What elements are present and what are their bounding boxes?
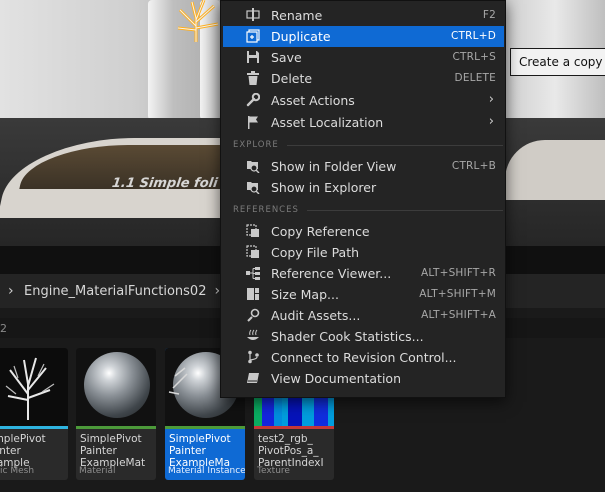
chevron-right-icon[interactable]: ›	[8, 283, 24, 299]
asset-type: Material	[79, 466, 116, 476]
section-title: REFERENCES	[233, 205, 299, 215]
asset-context-menu: Rename F2 Duplicate CTRL+D Save CTRL+S D…	[220, 0, 506, 398]
asset-type: atic Mesh	[0, 466, 35, 476]
menu-item-audit-assets[interactable]: Audit Assets... ALT+SHIFT+A	[223, 305, 504, 326]
menu-item-shortcut: CTRL+S	[452, 51, 496, 63]
asset-type-bar	[165, 426, 245, 429]
copy-icon	[245, 224, 261, 239]
material-sphere-icon	[84, 352, 150, 418]
menu-item-delete[interactable]: Delete DELETE	[223, 68, 504, 89]
menu-item-shortcut: ALT+SHIFT+A	[421, 309, 496, 321]
menu-item-copy-reference[interactable]: Copy Reference	[223, 221, 504, 242]
book-icon	[245, 371, 261, 386]
menu-item-view-documentation[interactable]: View Documentation	[223, 368, 504, 389]
selected-tree-object[interactable]	[170, 0, 222, 42]
section-title: EXPLORE	[233, 140, 279, 150]
revision-control-icon	[245, 350, 261, 365]
duplicate-tooltip: Create a copy of	[510, 48, 605, 76]
tree-thumbnail-icon	[5, 357, 55, 420]
trash-icon	[245, 71, 261, 86]
menu-item-asset-localization[interactable]: Asset Localization ›	[223, 112, 504, 133]
asset-thumbnail	[76, 348, 156, 426]
menu-item-label: Show in Explorer	[271, 180, 377, 195]
menu-item-label: Asset Actions	[271, 93, 355, 108]
shader-icon	[245, 329, 261, 344]
menu-item-label: Show in Folder View	[271, 159, 397, 174]
asset-name: SimplePivot Painter ExampleMat	[80, 433, 146, 469]
menu-item-shortcut: CTRL+B	[451, 160, 496, 172]
asset-thumbnail	[0, 348, 68, 426]
graph-icon	[245, 266, 261, 281]
menu-item-label: Copy File Path	[271, 245, 360, 260]
breadcrumb-item[interactable]: Engine_MaterialFunctions02	[24, 284, 206, 299]
menu-item-shortcut: ALT+SHIFT+R	[420, 267, 496, 279]
size-map-icon	[245, 287, 261, 302]
flag-icon	[245, 115, 261, 130]
folder-search-icon	[245, 180, 261, 195]
menu-item-size-map[interactable]: Size Map... ALT+SHIFT+M	[223, 284, 504, 305]
section-header-references: REFERENCES	[233, 203, 503, 217]
menu-item-label: Shader Cook Statistics...	[271, 329, 424, 344]
menu-item-label: Audit Assets...	[271, 308, 361, 323]
menu-item-label: Connect to Revision Control...	[271, 350, 457, 365]
menu-item-shortcut: ALT+SHIFT+M	[419, 288, 496, 300]
asset-type-bar	[0, 426, 68, 429]
menu-item-copy-file-path[interactable]: Copy File Path	[223, 242, 504, 263]
menu-item-asset-actions[interactable]: Asset Actions ›	[223, 90, 504, 111]
menu-item-shortcut: F2	[482, 9, 496, 21]
menu-item-show-in-folder-view[interactable]: Show in Folder View CTRL+B	[223, 156, 504, 177]
asset-type: Texture	[257, 466, 290, 476]
asset-name: SimplePivot Painter Example	[0, 433, 46, 469]
save-icon	[245, 50, 261, 65]
menu-item-shader-cook-statistics[interactable]: Shader Cook Statistics...	[223, 326, 504, 347]
menu-item-label: Delete	[271, 71, 313, 86]
menu-item-label: Reference Viewer...	[271, 266, 392, 281]
rename-icon	[245, 8, 261, 23]
asset-tile[interactable]: SimplePivot Painter Example atic Mesh	[0, 348, 68, 480]
asset-name: test2_rgb_ PivotPos_a_ ParentIndexI	[258, 433, 324, 469]
menu-item-connect-to-revision-control[interactable]: Connect to Revision Control...	[223, 347, 504, 368]
scene-label: 1.1 Simple foli	[110, 176, 219, 191]
asset-name: SimplePivot Painter ExampleMa	[169, 433, 231, 469]
menu-item-duplicate[interactable]: Duplicate CTRL+D	[223, 26, 504, 47]
menu-item-rename[interactable]: Rename F2	[223, 5, 504, 26]
menu-item-shortcut: CTRL+D	[451, 30, 496, 42]
menu-item-label: Duplicate	[271, 29, 331, 44]
menu-item-label: Asset Localization	[271, 115, 384, 130]
asset-tile[interactable]: SimplePivot Painter ExampleMat Material	[76, 348, 156, 480]
menu-item-show-in-explorer[interactable]: Show in Explorer	[223, 177, 504, 198]
menu-item-save[interactable]: Save CTRL+S	[223, 47, 504, 68]
menu-item-shortcut: DELETE	[454, 72, 496, 84]
menu-item-reference-viewer[interactable]: Reference Viewer... ALT+SHIFT+R	[223, 263, 504, 284]
section-header-explore: EXPLORE	[233, 138, 503, 152]
duplicate-icon	[245, 29, 261, 44]
divider	[306, 209, 503, 211]
menu-item-label: Rename	[271, 8, 323, 23]
menu-item-label: Copy Reference	[271, 224, 370, 239]
menu-item-label: View Documentation	[271, 371, 401, 386]
menu-item-label: Size Map...	[271, 287, 339, 302]
wrench-icon	[245, 92, 261, 108]
divider	[286, 144, 503, 146]
scene-platform-right	[505, 140, 605, 200]
chevron-right-icon: ›	[488, 114, 494, 129]
chevron-right-icon: ›	[488, 92, 494, 107]
asset-type-bar	[76, 426, 156, 429]
audit-icon	[245, 308, 261, 323]
folder-search-icon	[245, 159, 261, 174]
asset-type: Material Instance	[168, 466, 245, 476]
copy-icon	[245, 245, 261, 260]
menu-item-label: Save	[271, 50, 302, 65]
asset-type-bar	[254, 426, 334, 429]
